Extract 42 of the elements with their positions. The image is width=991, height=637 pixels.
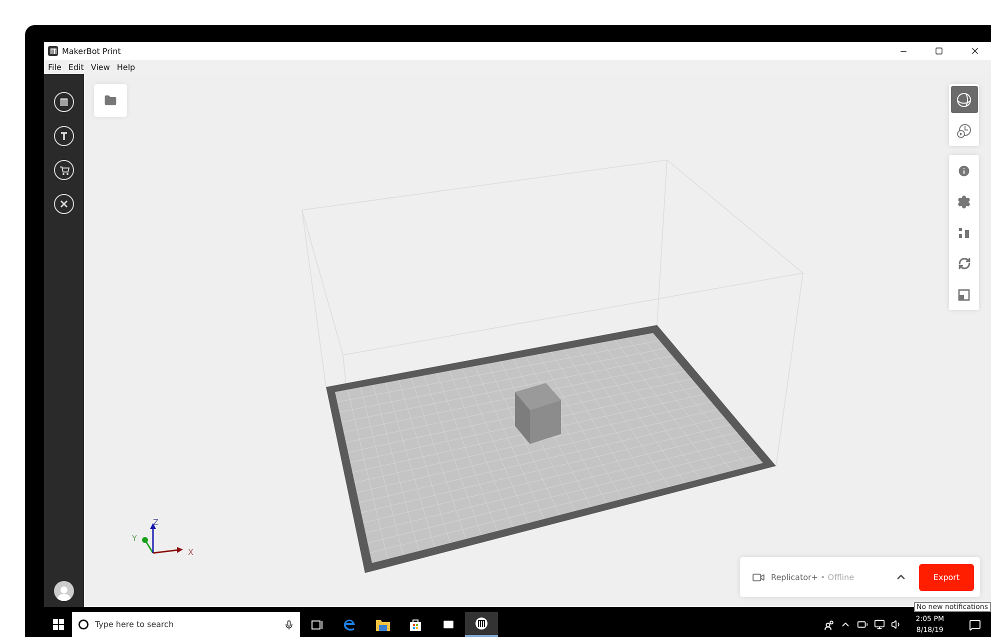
notification-icon [968,618,980,630]
window-title: MakerBot Print [62,46,122,56]
axis-label: Z [153,518,158,527]
search-field[interactable]: Type here to search [72,612,300,637]
volume-icon[interactable] [890,619,902,630]
folder-icon [104,94,117,107]
user-avatar[interactable] [54,581,74,601]
menu-item[interactable]: View [90,62,110,72]
menu-item[interactable]: File [48,62,62,72]
settings-icon [957,194,971,208]
menu-item[interactable]: Edit [68,62,84,72]
printer-status[interactable]: Replicator+ • Offline [771,572,889,582]
task-view-icon [310,620,322,630]
model-view-button[interactable] [950,86,978,113]
scale-icon [958,288,970,300]
app-logo-icon [48,46,58,56]
people-icon[interactable] [824,620,834,630]
close-icon [970,46,980,56]
makerbot-logo-button[interactable] [54,92,74,112]
axis-label: X [188,548,194,557]
maximize-icon [935,47,943,55]
cart-icon [58,164,70,176]
clock-play-icon [956,122,972,138]
cube-model[interactable] [515,383,561,444]
thingiverse-button[interactable] [54,126,74,146]
makerbot-logo-icon [59,97,69,107]
microphone-icon[interactable] [284,620,294,630]
info-icon [957,164,971,178]
menu-item[interactable]: Help [116,62,136,72]
makerbot-app-icon[interactable] [465,612,498,637]
axis-label: Y [132,534,137,543]
search-icon [78,619,89,630]
export-button[interactable]: Export [919,564,974,590]
letter-t-icon [59,131,69,141]
store-button[interactable] [54,160,74,180]
rotate-icon [958,257,970,270]
tools-button[interactable] [54,194,74,214]
sphere-icon [956,92,972,108]
windows-logo-icon [52,619,64,630]
open-file-button[interactable] [94,84,127,117]
blocks-icon [958,226,970,238]
battery-icon[interactable] [856,619,868,630]
